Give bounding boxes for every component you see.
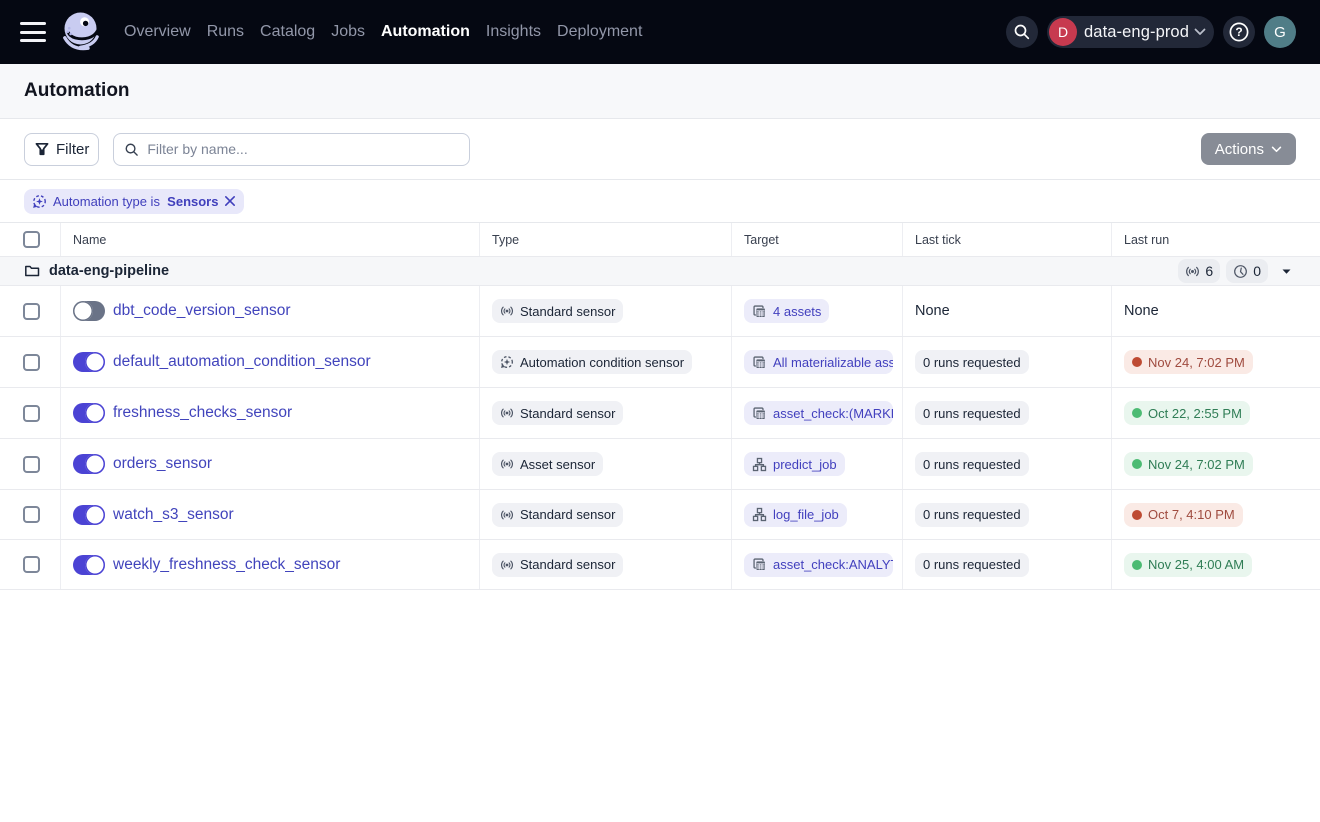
svg-text:?: ?	[1235, 25, 1242, 39]
